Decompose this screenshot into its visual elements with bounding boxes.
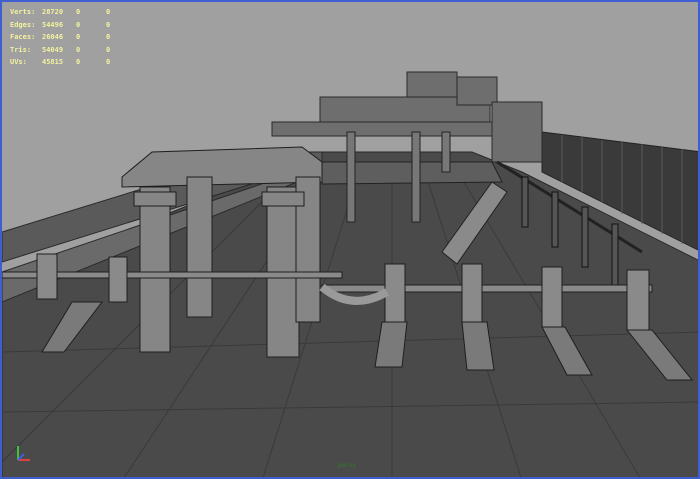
3d-viewport[interactable]: Verts: 28720 0 0 Edges: 54496 0 0 Faces:… bbox=[0, 0, 700, 479]
hud-value: 54049 bbox=[42, 45, 64, 54]
hud-selected: 0 bbox=[76, 20, 81, 29]
hud-label: UVs: bbox=[10, 58, 27, 66]
hud-selected: 0 bbox=[76, 8, 81, 16]
hud-selected: 0 bbox=[106, 45, 111, 54]
hud-row-edges: Edges: 54496 0 0 bbox=[10, 19, 136, 32]
hud-label: Tris: bbox=[10, 45, 32, 54]
hud-value: 26046 bbox=[42, 33, 64, 41]
hud-selected: 0 bbox=[76, 45, 81, 54]
hud-selected: 0 bbox=[106, 8, 111, 16]
scene-render bbox=[2, 71, 698, 477]
hud-row-faces: Faces: 26046 0 0 bbox=[10, 31, 136, 44]
axis-gizmo-icon bbox=[17, 446, 30, 461]
hud-label: Faces: bbox=[10, 33, 36, 41]
camera-label: persp bbox=[338, 462, 357, 469]
hud-label: Edges: bbox=[10, 20, 36, 29]
hud-row-tris: Tris: 54049 0 0 bbox=[10, 44, 136, 57]
hud-selected: 0 bbox=[106, 20, 111, 29]
hud-value: 45815 bbox=[42, 58, 64, 66]
hud-value: 54496 bbox=[42, 20, 64, 29]
hud-row-uvs: UVs: 45815 0 0 bbox=[10, 56, 136, 69]
hud-value: 28720 bbox=[42, 8, 64, 16]
hud-label: Verts: bbox=[10, 8, 36, 16]
hud-row-verts: Verts: 28720 0 0 bbox=[10, 6, 136, 19]
hud-selected: 0 bbox=[106, 33, 111, 41]
hud-selected: 0 bbox=[106, 58, 111, 66]
hud-selected: 0 bbox=[76, 33, 81, 41]
aft-castle bbox=[271, 71, 543, 163]
hud-selected: 0 bbox=[76, 58, 81, 66]
poly-count-hud: Verts: 28720 0 0 Edges: 54496 0 0 Faces:… bbox=[10, 6, 136, 69]
